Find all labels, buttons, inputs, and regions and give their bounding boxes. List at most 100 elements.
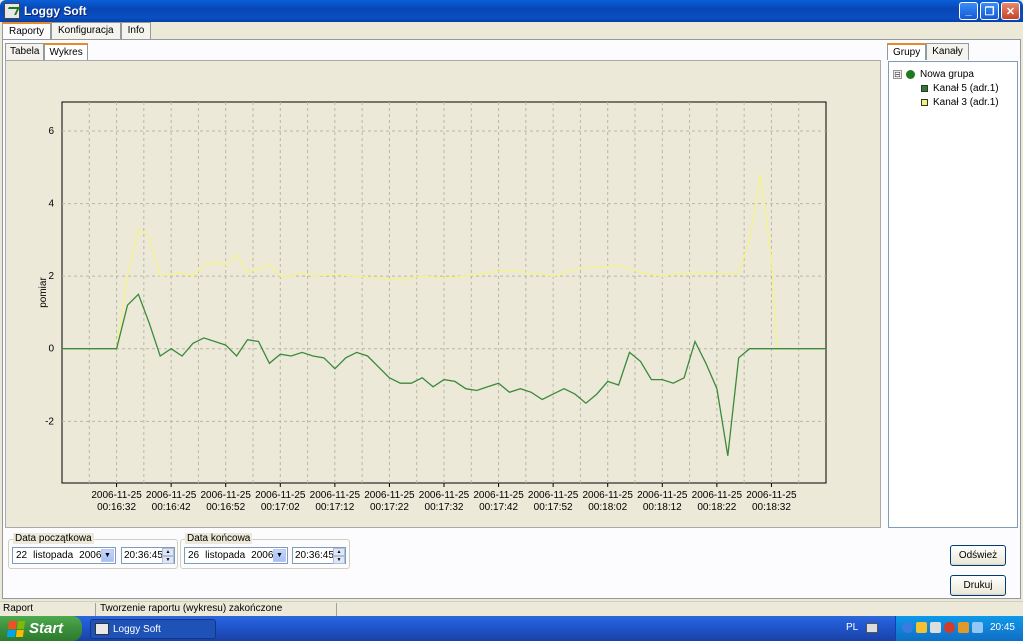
spin-down-icon[interactable]: ▼: [162, 556, 174, 564]
start-day: 22: [16, 550, 28, 561]
tree-channel-node[interactable]: Kanał 3 (adr.1): [921, 95, 1013, 109]
x-tick-label-time: 00:18:32: [752, 502, 791, 513]
signal-icon[interactable]: [972, 622, 983, 633]
tab-grupy[interactable]: Grupy: [887, 43, 927, 60]
end-month: listopada: [205, 550, 246, 561]
taskbar-app-button[interactable]: Loggy Soft: [90, 619, 216, 639]
x-tick-label-time: 00:17:52: [534, 502, 573, 513]
window-controls: _ ❐ ✕: [959, 2, 1020, 20]
x-tick-label-date: 2006-11-25: [692, 490, 743, 501]
x-tick-label-date: 2006-11-25: [310, 490, 361, 501]
x-tick-label-time: 00:17:42: [479, 502, 518, 513]
spin-down-icon[interactable]: ▼: [333, 556, 345, 564]
y-tick-label: 6: [48, 126, 54, 137]
app-logo-icon: [4, 3, 20, 19]
x-tick-label-time: 00:16:42: [152, 502, 191, 513]
clock: 20:45: [989, 622, 1015, 633]
tab-kanaly[interactable]: Kanały: [926, 43, 969, 60]
tab-raporty[interactable]: Raporty: [2, 22, 52, 40]
language-indicator[interactable]: PL: [846, 622, 858, 633]
security-shield-icon[interactable]: [916, 622, 927, 633]
x-tick-label-time: 00:16:32: [97, 502, 136, 513]
tab-info[interactable]: Info: [120, 22, 152, 40]
x-tick-label-date: 2006-11-25: [473, 490, 524, 501]
start-date-label: Data początkowa: [13, 533, 94, 544]
x-tick-label-time: 00:17:32: [425, 502, 464, 513]
tray-app-icon[interactable]: [958, 622, 969, 633]
start-year: 2006: [79, 550, 102, 561]
x-tick-label-time: 00:17:22: [370, 502, 409, 513]
chart-panel: -2 0 2 4 6 2006-11-25 00:16:32 2006-11-25 00:16:…: [5, 60, 881, 528]
print-button[interactable]: Drukuj: [950, 575, 1006, 596]
x-tick-label-date: 2006-11-25: [528, 490, 579, 501]
monitor-icon[interactable]: [930, 622, 941, 633]
start-button[interactable]: Start: [0, 616, 82, 641]
chevron-down-icon[interactable]: ▼: [101, 549, 114, 562]
side-tabs: Grupy Kanały: [887, 43, 969, 60]
status-bar: Raport Tworzenie raportu (wykresu) zakoń…: [0, 601, 1023, 616]
maximize-icon[interactable]: ❐: [980, 2, 999, 20]
start-time-input[interactable]: 20:36:45 ▲ ▼: [121, 547, 175, 564]
title-bar: Loggy Soft _ ❐ ✕: [0, 0, 1023, 22]
chart: -202462006-11-2500:16:322006-11-2500:16:…: [38, 101, 827, 513]
tree-channel-label: Kanał 5 (adr.1): [933, 82, 999, 94]
x-tick-label-time: 00:18:12: [643, 502, 682, 513]
end-date-picker[interactable]: 26 listopada 2006 ▼: [184, 547, 288, 564]
x-tick-label-date: 2006-11-25: [583, 490, 634, 501]
channel-color-icon: [921, 84, 928, 92]
y-tick-label: 0: [48, 344, 54, 355]
tree-group-label: Nowa grupa: [920, 68, 974, 80]
spin-up-icon[interactable]: ▲: [333, 548, 345, 556]
x-tick-label-time: 00:18:22: [697, 502, 736, 513]
tab-tabela[interactable]: Tabela: [5, 43, 45, 60]
tree-group-node[interactable]: ⊟ Nowa grupa: [893, 67, 1013, 81]
x-tick-label-time: 00:16:52: [206, 502, 245, 513]
x-tick-label-date: 2006-11-25: [637, 490, 688, 501]
spin-up-icon[interactable]: ▲: [162, 548, 174, 556]
x-tick-label-time: 00:17:12: [315, 502, 354, 513]
time-spinner[interactable]: ▲ ▼: [162, 548, 174, 564]
end-time: 20:36:45: [295, 550, 334, 561]
x-tick-label-date: 2006-11-25: [91, 490, 142, 501]
tree-channel-node[interactable]: Kanał 5 (adr.1): [921, 81, 1013, 95]
y-tick-label: -2: [45, 416, 54, 427]
network-icon[interactable]: [902, 622, 913, 633]
start-time: 20:36:45: [124, 550, 163, 561]
group-icon: [906, 69, 915, 79]
start-label: Start: [29, 620, 64, 637]
tab-wykres[interactable]: Wykres: [44, 43, 88, 60]
start-date-picker[interactable]: 22 listopada 2006 ▼: [12, 547, 116, 564]
windows-logo-icon: [6, 620, 26, 637]
window-title: Loggy Soft: [24, 4, 87, 18]
status-message: Tworzenie raportu (wykresu) zakończone: [97, 603, 337, 616]
x-tick-label-date: 2006-11-25: [255, 490, 306, 501]
plot-area: [61, 101, 827, 484]
x-tick-label-time: 00:18:02: [588, 502, 627, 513]
refresh-button[interactable]: Odśwież: [950, 545, 1006, 566]
x-tick-label-date: 2006-11-25: [146, 490, 197, 501]
system-tray: 20:45: [895, 616, 1023, 641]
close-icon[interactable]: ✕: [1001, 2, 1020, 20]
taskbar: Start Loggy Soft PL 20:45: [0, 616, 1023, 641]
group-tree: ⊟ Nowa grupa Kanał 5 (adr.1) Kanał 3 (ad…: [888, 61, 1018, 528]
end-day: 26: [188, 550, 200, 561]
y-tick-label: 4: [48, 199, 54, 210]
tab-konfiguracja[interactable]: Konfiguracja: [51, 22, 121, 40]
time-spinner[interactable]: ▲ ▼: [333, 548, 345, 564]
x-tick-label-date: 2006-11-25: [201, 490, 252, 501]
channel-color-icon: [921, 98, 928, 106]
y-axis-label: pomiar: [38, 277, 49, 308]
tree-channel-label: Kanał 3 (adr.1): [933, 96, 999, 108]
end-year: 2006: [251, 550, 274, 561]
taskbar-app-label: Loggy Soft: [113, 623, 161, 635]
stop-icon[interactable]: [944, 622, 955, 633]
chevron-down-icon[interactable]: ▼: [273, 549, 286, 562]
minimize-icon[interactable]: _: [959, 2, 978, 20]
x-tick-label-date: 2006-11-25: [419, 490, 470, 501]
view-tabs: Tabela Wykres: [5, 43, 88, 60]
collapse-icon[interactable]: ⊟: [893, 69, 902, 79]
end-time-input[interactable]: 20:36:45 ▲ ▼: [292, 547, 346, 564]
start-month: listopada: [33, 550, 74, 561]
keyboard-icon[interactable]: [866, 623, 878, 633]
app-logo-icon: [95, 623, 109, 635]
